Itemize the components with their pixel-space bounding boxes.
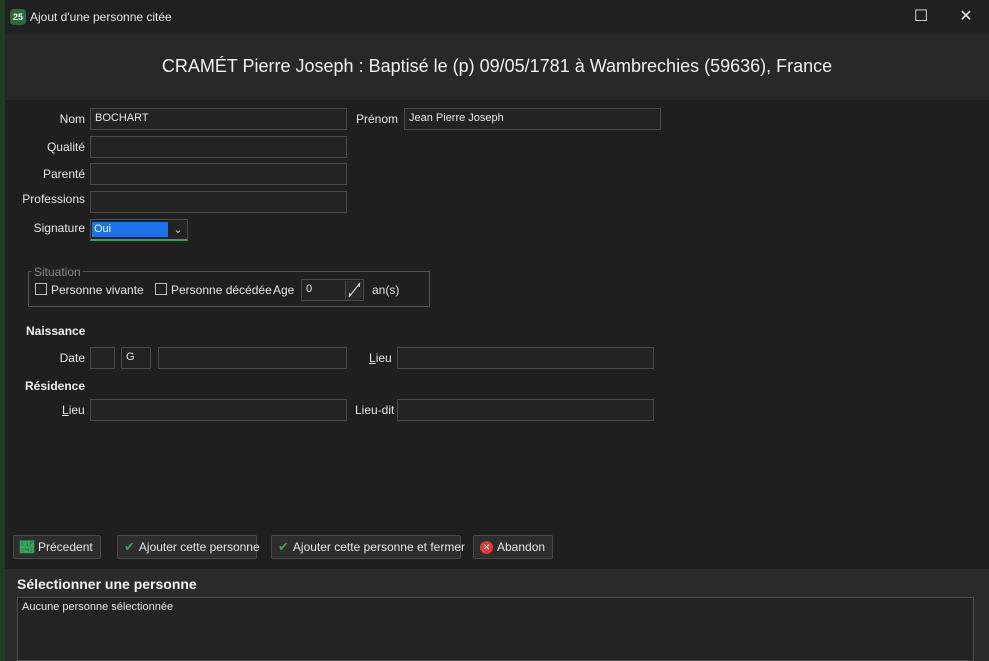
professions-label: Professions [22,192,85,206]
window-frame [0,34,5,661]
app-icon: 25 [10,9,26,25]
abandon-button[interactable]: ✕ Abandon [473,535,553,559]
naissance-date-label: Date [59,351,85,365]
naissance-date-input[interactable] [158,347,347,369]
naissance-section-title: Naissance [26,324,86,338]
ajouter-fermer-button[interactable]: ✔ Ajouter cette personne et fermer [271,535,465,559]
window-title: Ajout d'une personne citée [30,10,172,24]
decedee-label: Personne décédée [171,283,272,297]
signature-label: Signature [33,221,85,235]
residence-lieu-label: Lieu [62,403,85,417]
close-icon[interactable]: ✕ [943,4,989,30]
prenom-input[interactable]: Jean Pierre Joseph [404,108,661,130]
situation-legend: Situation [32,265,83,279]
age-label: Age [273,283,295,297]
age-spin-icon[interactable] [345,281,362,299]
cancel-icon: ✕ [480,540,493,554]
parente-input[interactable] [90,163,347,185]
maximize-icon[interactable]: ☐ [898,4,944,30]
check-icon: ✔ [278,539,289,554]
prenom-label: Prénom [355,112,398,126]
selection-title: Sélectionner une personne [17,576,197,592]
qualite-label: Qualité [46,140,85,154]
lieudit-label: Lieu-dit [355,403,395,417]
selection-empty-text: Aucune personne sélectionnée [22,601,174,613]
chevron-down-icon[interactable]: ⌄ [170,220,186,240]
precedent-button[interactable]: 🡈 Précedent [13,535,101,559]
page-title: CRAMÉT Pierre Joseph : Baptisé le (p) 09… [161,56,833,76]
naissance-lieu-label: Lieu [369,351,392,365]
naissance-calendar-input[interactable]: G [121,347,151,369]
residence-section-title: Résidence [25,379,86,393]
arrow-left-icon: 🡈 [20,539,34,555]
decedee-checkbox[interactable] [155,283,167,295]
nom-label: Nom [59,112,85,126]
vivante-label: Personne vivante [51,283,144,297]
naissance-date-prefix-input[interactable] [90,347,115,369]
professions-input[interactable] [90,191,347,213]
lieudit-input[interactable] [397,399,654,421]
signature-select-value[interactable]: Oui [92,222,168,237]
naissance-lieu-input[interactable] [397,347,654,369]
nom-input[interactable]: BOCHART [90,108,347,130]
qualite-input[interactable] [90,136,347,158]
ajouter-button[interactable]: ✔ Ajouter cette personne [117,535,260,559]
check-icon: ✔ [124,539,135,554]
vivante-checkbox[interactable] [35,283,47,295]
residence-lieu-input[interactable] [90,399,347,421]
parente-label: Parenté [42,167,85,181]
age-unit-label: an(s) [372,283,400,297]
